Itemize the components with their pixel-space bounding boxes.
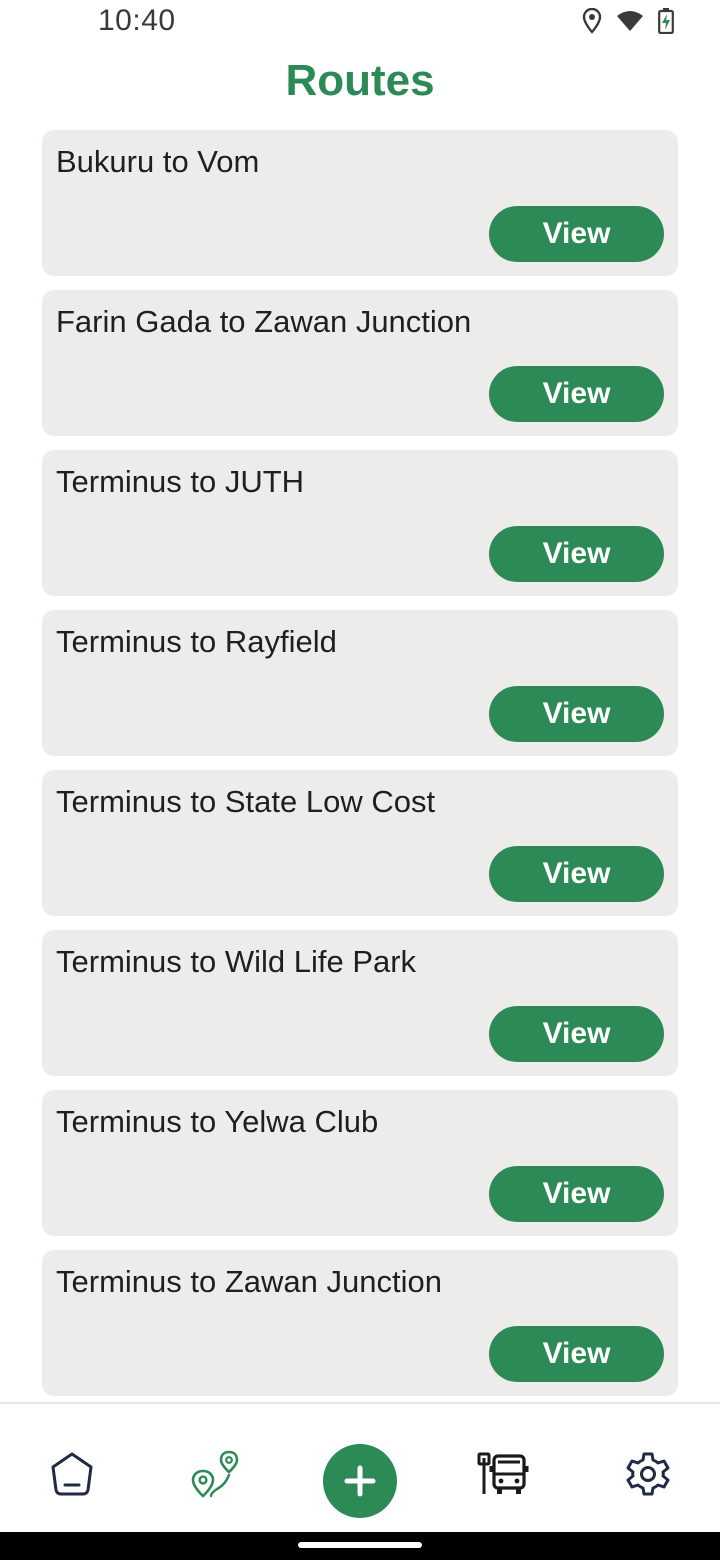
home-indicator[interactable] — [298, 1542, 422, 1548]
nav-bus[interactable] — [474, 1444, 534, 1504]
gesture-bar — [0, 1532, 720, 1560]
gear-icon — [626, 1452, 670, 1496]
route-list: Bukuru to Vom View Farin Gada to Zawan J… — [42, 130, 678, 1410]
view-button[interactable]: View — [489, 1006, 664, 1062]
view-button[interactable]: View — [489, 206, 664, 262]
add-button[interactable] — [323, 1444, 397, 1518]
route-card: Terminus to JUTH View — [42, 450, 678, 596]
view-button[interactable]: View — [489, 526, 664, 582]
route-name: Terminus to State Low Cost — [56, 784, 436, 819]
status-time: 10:40 — [98, 4, 176, 37]
route-card: Terminus to Zawan Junction View — [42, 1250, 678, 1396]
wifi-icon — [617, 11, 643, 31]
plus-icon — [344, 1465, 376, 1497]
view-button[interactable]: View — [489, 366, 664, 422]
route-name: Terminus to Wild Life Park — [56, 944, 417, 979]
view-button[interactable]: View — [489, 686, 664, 742]
route-pins-icon — [191, 1450, 239, 1498]
status-bar: 10:40 — [0, 0, 720, 44]
route-card: Terminus to Wild Life Park View — [42, 930, 678, 1076]
route-card: Terminus to State Low Cost View — [42, 770, 678, 916]
page-title: Routes — [285, 56, 435, 105]
home-icon — [51, 1452, 93, 1496]
route-card: Terminus to Yelwa Club View — [42, 1090, 678, 1236]
route-name: Bukuru to Vom — [56, 144, 260, 179]
route-name: Farin Gada to Zawan Junction — [56, 304, 472, 339]
route-card: Bukuru to Vom View — [42, 130, 678, 276]
route-name: Terminus to Zawan Junction — [56, 1264, 442, 1299]
nav-settings[interactable] — [618, 1444, 678, 1504]
battery-icon — [658, 8, 674, 34]
view-button[interactable]: View — [489, 846, 664, 902]
route-name: Terminus to JUTH — [56, 464, 305, 499]
route-name: Terminus to Yelwa Club — [56, 1104, 379, 1139]
bus-stop-icon — [477, 1452, 529, 1494]
route-card: Terminus to Rayfield View — [42, 610, 678, 756]
status-icons — [582, 8, 674, 34]
route-name: Terminus to Rayfield — [56, 624, 337, 659]
view-button[interactable]: View — [489, 1166, 664, 1222]
location-icon — [582, 8, 602, 34]
nav-routes[interactable] — [186, 1444, 246, 1504]
bottom-nav — [0, 1402, 720, 1532]
route-card: Farin Gada to Zawan Junction View — [42, 290, 678, 436]
nav-home[interactable] — [42, 1444, 102, 1504]
view-button[interactable]: View — [489, 1326, 664, 1382]
